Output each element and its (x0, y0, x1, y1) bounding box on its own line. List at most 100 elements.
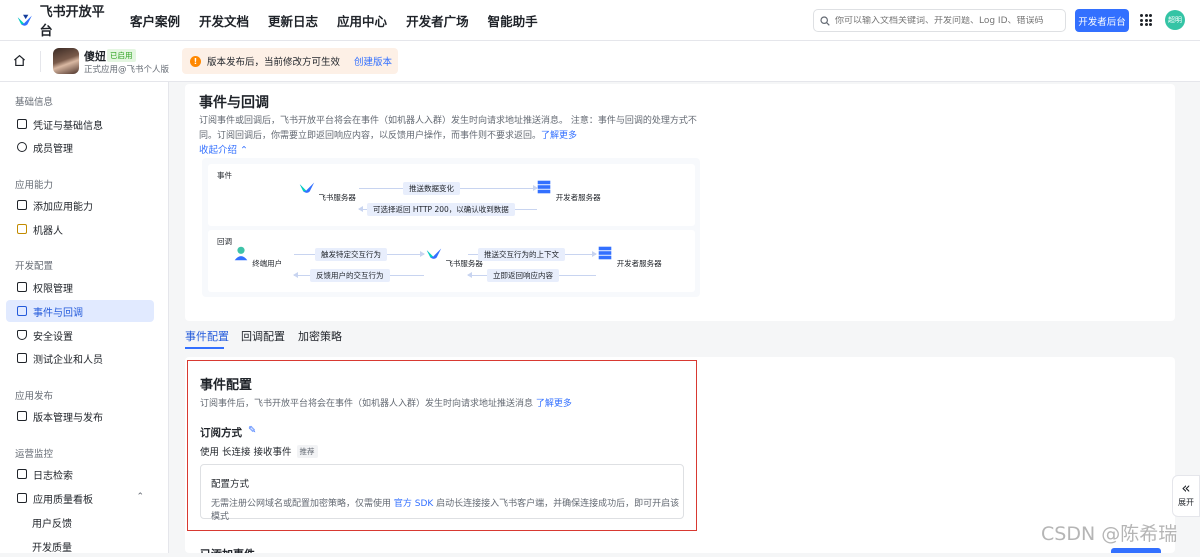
top-nav: 飞书开放平台 客户案例 开发文档 更新日志 应用中心 开发者广场 智能助手 开发… (0, 0, 1200, 41)
node-label: 飞书服务器 (445, 259, 483, 268)
end-user-node: 终端用户 (222, 244, 292, 269)
expand-label: 展开 (1178, 498, 1194, 507)
intro-card: 事件与回调 订阅事件或回调后，飞书开放平台将会在事件（如机器人入群）发生时向请求… (185, 84, 1175, 321)
sidebar-item-add-capability[interactable]: 添加应用能力 (6, 194, 154, 216)
reply-label: 可选择返回 HTTP 200，以确认收到数据 (367, 203, 515, 216)
sidebar-item-label: 应用质量看板 (33, 494, 93, 506)
sidebar-section-monitor: 运营监控 (15, 449, 54, 460)
shield-icon (17, 330, 27, 340)
intro-description-text: 订阅事件或回调后，飞书开放平台将会在事件（如机器人入群）发生时向请求地址推送消息… (199, 116, 697, 141)
divider (40, 51, 41, 72)
version-notice: ! 版本发布后，当前修改方可生效 创建版本 (182, 48, 398, 74)
page-title: 事件与回调 (199, 95, 269, 111)
notice-text: 版本发布后，当前修改方可生效 (207, 57, 341, 68)
developer-console-button[interactable]: 开发者后台 (1075, 9, 1129, 32)
use-mode: 长连接 (222, 447, 251, 458)
tab-event-config[interactable]: 事件配置 (185, 328, 229, 344)
nav-links: 客户案例 开发文档 更新日志 应用中心 开发者广场 智能助手 (130, 11, 557, 30)
sidebar-item-label: 用户反馈 (32, 518, 72, 530)
subscription-mode-title: 订阅方式 (200, 427, 242, 439)
subscription-mode-value: 使用 长连接 接收事件 推荐 (200, 444, 318, 458)
nav-link-dev-square[interactable]: 开发者广场 (406, 11, 469, 30)
config-desc-pre: 无需注册公网域名或配置加密策略，仅需使用 (211, 499, 392, 509)
tab-callback-config[interactable]: 回调配置 (241, 328, 285, 344)
sidebar-item-quality[interactable]: 应用质量看板 ⌃ (6, 487, 154, 509)
warning-icon: ! (190, 55, 201, 67)
dev-server-node: 开发者服务器 (533, 178, 603, 203)
next-section-title: 已添加事件 (200, 546, 255, 553)
config-method-title: 配置方式 (211, 479, 250, 490)
collapse-intro-button[interactable]: 收起介绍 ⌃ (199, 142, 248, 156)
config-method-box: 配置方式 无需注册公网域名或配置加密策略，仅需使用 官方 SDK 启动长连接接入… (200, 464, 684, 522)
sidebar-item-feedback[interactable]: 用户反馈 (6, 511, 154, 533)
node-label: 开发者服务器 (555, 193, 601, 202)
node-label: 飞书服务器 (318, 193, 356, 202)
callback-lane: 回调 终端用户 飞书服务器 开发者服务器 触发特定交互行为 反馈用户的交互行为 … (208, 230, 695, 292)
tab-encryption[interactable]: 加密策略 (298, 328, 342, 344)
event-tag: 事件 (217, 171, 232, 180)
sidebar-item-dev-quality[interactable]: 开发质量 (6, 535, 154, 557)
sidebar-item-test-tenants[interactable]: 测试企业和人员 (6, 347, 154, 369)
event-config-desc: 订阅事件后，飞书开放平台将会在事件（如机器人入群）发生时向请求地址推送消息 了解… (200, 396, 572, 409)
learn-more-link[interactable]: 了解更多 (536, 399, 572, 409)
sidebar: 基础信息 凭证与基础信息 成员管理 应用能力 添加应用能力 机器人 开发配置 权… (0, 82, 169, 554)
search-box[interactable] (813, 9, 1066, 32)
sidebar-item-bot[interactable]: 机器人 (6, 218, 154, 240)
sidebar-item-logs[interactable]: 日志检索 (6, 463, 154, 485)
add-capability-icon (17, 200, 27, 210)
user-avatar[interactable]: 超明 (1165, 10, 1185, 30)
test-icon (17, 353, 27, 363)
sidebar-item-events[interactable]: 事件与回调 (6, 300, 154, 322)
sidebar-item-label: 版本管理与发布 (33, 412, 103, 424)
nav-link-cases[interactable]: 客户案例 (130, 11, 180, 30)
sidebar-item-members[interactable]: 成员管理 (6, 136, 154, 158)
sidebar-section-publish: 应用发布 (15, 391, 54, 402)
nav-link-changelog[interactable]: 更新日志 (268, 11, 318, 30)
edit-icon[interactable]: ✎ (248, 425, 256, 436)
sidebar-item-permissions[interactable]: 权限管理 (6, 276, 154, 298)
push-context-label: 推送交互行为的上下文 (478, 248, 565, 261)
event-config-desc-text: 订阅事件后，飞书开放平台将会在事件（如机器人入群）发生时向请求地址推送消息 (200, 399, 534, 409)
app-header: 傻妞 已启用 正式应用@飞书个人版 ! 版本发布后，当前修改方可生效 创建版本 (0, 41, 1200, 82)
sidebar-item-credentials[interactable]: 凭证与基础信息 (6, 113, 154, 135)
create-version-link[interactable]: 创建版本 (354, 54, 392, 68)
version-icon (17, 411, 27, 421)
sidebar-item-security[interactable]: 安全设置 (6, 324, 154, 346)
app-avatar (53, 48, 79, 74)
user-icon (234, 246, 248, 261)
add-event-button[interactable] (1111, 548, 1161, 553)
active-tab-indicator (185, 347, 224, 349)
nav-link-assistant[interactable]: 智能助手 (488, 11, 538, 30)
event-icon (17, 306, 27, 316)
double-chevron-left-icon: « (1181, 479, 1191, 497)
credentials-icon (17, 119, 27, 129)
node-label: 开发者服务器 (616, 259, 662, 268)
trigger-label: 触发特定交互行为 (315, 248, 387, 261)
user-icon (17, 142, 27, 152)
app-grid-icon[interactable] (1140, 14, 1152, 26)
search-input[interactable] (835, 15, 1060, 26)
watermark: CSDN @陈希瑞 (1041, 523, 1178, 545)
official-sdk-link[interactable]: 官方 SDK (394, 499, 433, 509)
sidebar-item-label: 开发质量 (32, 542, 72, 554)
sidebar-item-versions[interactable]: 版本管理与发布 (6, 405, 154, 427)
feedback-label: 反馈用户的交互行为 (310, 269, 390, 282)
chevron-up-icon: ⌃ (136, 492, 144, 502)
sidebar-section-basic: 基础信息 (15, 97, 54, 108)
nav-link-app-center[interactable]: 应用中心 (337, 11, 387, 30)
logo[interactable]: 飞书开放平台 (16, 1, 116, 39)
use-prefix: 使用 (200, 447, 220, 458)
push-label: 推送数据变化 (403, 182, 460, 195)
event-config-title: 事件配置 (200, 378, 253, 393)
log-icon (17, 469, 27, 479)
recommend-badge: 推荐 (296, 444, 318, 458)
chart-icon (17, 493, 27, 503)
learn-more-link[interactable]: 了解更多 (541, 131, 577, 141)
home-icon[interactable] (13, 54, 26, 67)
robot-icon (17, 224, 27, 234)
expand-panel-button[interactable]: « 展开 (1172, 475, 1200, 517)
server-icon (598, 246, 612, 260)
nav-link-docs[interactable]: 开发文档 (199, 11, 249, 30)
collapse-label: 收起介绍 (199, 145, 238, 156)
event-lane: 事件 飞书服务器 开发者服务器 推送数据变化 可选择返回 HTTP 200，以确… (208, 164, 695, 226)
